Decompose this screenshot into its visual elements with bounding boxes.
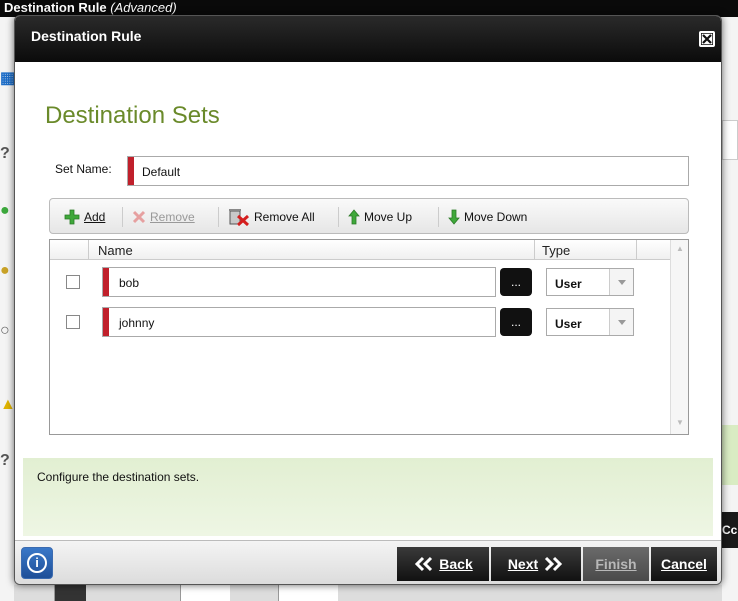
background-clock-icon: ○ [0, 322, 10, 339]
background-right-green-panel [722, 425, 738, 485]
column-header-name[interactable]: Name [98, 243, 133, 258]
toolbar-separator [122, 207, 123, 227]
background-user-icon: ● [0, 262, 10, 279]
row-checkbox[interactable] [66, 275, 80, 289]
next-button[interactable]: Next [491, 547, 581, 581]
move-up-button[interactable]: Move Up [348, 208, 412, 226]
background-thumbnail [180, 585, 230, 601]
grid-header: Name Type [50, 240, 670, 260]
grid-header-divider [88, 240, 89, 260]
remove-all-button[interactable]: Remove All [228, 208, 315, 226]
row-type-select[interactable]: User [546, 268, 634, 296]
info-button[interactable]: i [21, 547, 53, 579]
arrow-up-icon [348, 209, 360, 225]
double-chevron-left-icon [415, 556, 433, 572]
plus-icon [64, 209, 80, 225]
remove-button[interactable]: Remove [132, 208, 195, 226]
row-type-value: User [555, 277, 582, 291]
grid-scrollbar[interactable]: ▲ ▼ [670, 240, 688, 434]
toolbar-separator [218, 207, 219, 227]
background-left-panel [0, 17, 14, 601]
toolbar-separator [438, 207, 439, 227]
browse-button[interactable]: ... [500, 268, 532, 296]
scroll-down-icon[interactable]: ▼ [676, 418, 684, 427]
grid-header-divider [636, 240, 637, 260]
required-indicator [103, 268, 109, 296]
background-right-button: Cc [722, 512, 738, 548]
back-button[interactable]: Back [397, 547, 489, 581]
required-indicator [103, 308, 109, 336]
close-icon [701, 33, 713, 45]
chevron-down-icon[interactable] [609, 309, 633, 335]
dialog-footer: i Back Next Finish Cancel [15, 540, 721, 584]
section-title: Destination Sets [45, 102, 220, 129]
background-title-suffix: (Advanced) [110, 0, 177, 15]
close-button[interactable] [699, 31, 715, 47]
dialog-body: Destination Sets Set Name: Default Add R… [23, 66, 713, 536]
row-type-value: User [555, 317, 582, 331]
add-button[interactable]: Add [64, 208, 105, 226]
set-name-label: Set Name: [55, 162, 112, 176]
info-panel: Configure the destination sets. [23, 458, 713, 536]
chevron-down-icon[interactable] [609, 269, 633, 295]
scroll-up-icon[interactable]: ▲ [676, 244, 684, 253]
destination-rule-dialog: Destination Rule Destination Sets Set Na… [14, 15, 722, 585]
info-icon: i [27, 553, 47, 573]
background-green-circle-icon: ● [0, 202, 10, 219]
background-right-box [722, 120, 738, 160]
finish-button[interactable]: Finish [583, 547, 649, 581]
dialog-titlebar: Destination Rule [15, 16, 721, 62]
move-down-button[interactable]: Move Down [448, 208, 527, 226]
background-thumbnail [278, 585, 338, 601]
background-note-icon: ▦ [0, 70, 16, 87]
info-text: Configure the destination sets. [37, 470, 200, 484]
dialog-title: Destination Rule [31, 28, 142, 44]
row-name-input[interactable]: johnny [102, 307, 496, 337]
cancel-button[interactable]: Cancel [651, 547, 717, 581]
background-thumbnail [54, 585, 86, 601]
row-name-value: bob [119, 276, 140, 290]
set-name-value: Default [142, 165, 181, 179]
required-indicator [128, 157, 134, 185]
row-name-value: johnny [119, 316, 155, 330]
set-name-input[interactable]: Default [127, 156, 689, 186]
row-checkbox[interactable] [66, 315, 80, 329]
grid-header-divider [534, 240, 535, 260]
remove-x-icon [132, 210, 146, 224]
row-name-input[interactable]: bob [102, 267, 496, 297]
table-row: johnny ... User [50, 304, 670, 338]
trash-remove-icon [229, 209, 250, 226]
background-bottom-strip [14, 585, 722, 601]
arrow-down-icon [448, 209, 460, 225]
background-help-icon: ? [0, 145, 10, 162]
destination-grid: Name Type ▲ ▼ bob ... User johnny ... Us… [49, 239, 689, 435]
double-chevron-right-icon [545, 556, 563, 572]
row-type-select[interactable]: User [546, 308, 634, 336]
background-help-icon-2: ? [0, 452, 10, 469]
column-header-type[interactable]: Type [542, 243, 570, 258]
destination-toolbar: Add Remove Remove All Move Up Move Down [49, 198, 689, 234]
browse-button[interactable]: ... [500, 308, 532, 336]
toolbar-separator [338, 207, 339, 227]
table-row: bob ... User [50, 264, 670, 298]
